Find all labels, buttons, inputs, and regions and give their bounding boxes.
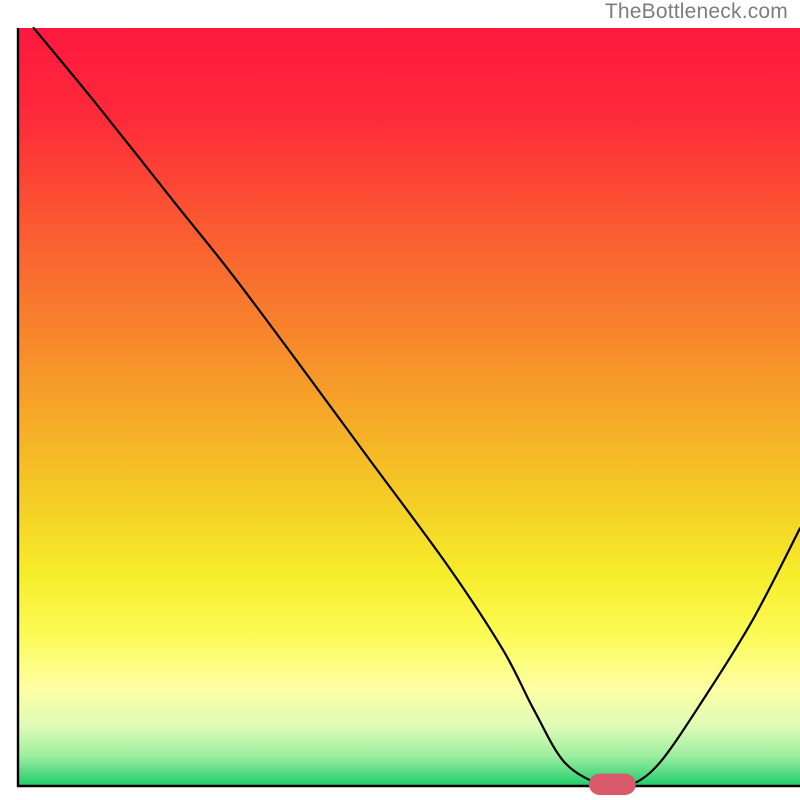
bottleneck-chart: [0, 0, 800, 800]
watermark-text: TheBottleneck.com: [605, 0, 788, 24]
chart-container: TheBottleneck.com: [0, 0, 800, 800]
heat-gradient-background: [18, 28, 800, 786]
optimal-marker: [589, 774, 636, 795]
